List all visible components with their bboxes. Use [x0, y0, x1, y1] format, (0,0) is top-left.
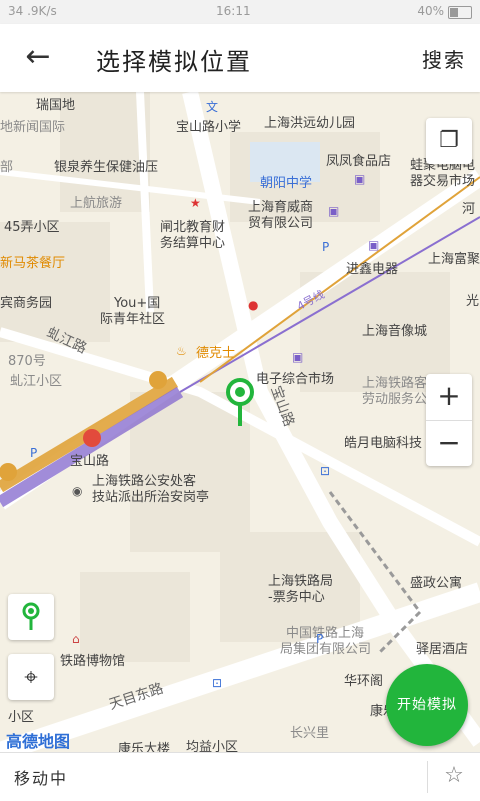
crosshair-icon: ⌖	[24, 663, 38, 691]
battery-icon	[448, 6, 472, 19]
map-label: 进鑫电器	[346, 262, 399, 277]
zoom-control: + −	[426, 374, 472, 466]
status-time: 16:11	[216, 4, 251, 18]
bus-stop-icon: ⊡	[212, 676, 223, 690]
map-label: 河	[462, 202, 476, 217]
food-icon: ♨	[176, 344, 187, 358]
map-label: 凤凤食品店	[326, 154, 392, 169]
museum-icon: ⌂	[72, 632, 80, 646]
status-left: 34 .9K/s	[8, 4, 57, 18]
map-label: 贸有限公司	[248, 216, 314, 231]
favorite-button[interactable]: ☆	[427, 761, 480, 793]
my-location-button[interactable]: ⌖	[8, 654, 54, 700]
shop-icon: ▣	[354, 172, 366, 186]
shop-icon: ▣	[328, 204, 340, 218]
map-label: 朝阳中学	[260, 176, 313, 191]
map-label: 宝山路	[70, 454, 110, 469]
map-label: 上海富聚	[428, 252, 480, 267]
map-label: 上海洪远幼儿园	[264, 116, 356, 131]
layers-icon: ❐	[439, 128, 459, 153]
bus-stop-icon: ⊡	[320, 464, 331, 478]
map-label: 银泉养生保健油压	[54, 160, 159, 175]
map-label: 上海音像城	[362, 324, 428, 339]
map-label: 新马茶餐厅	[0, 256, 66, 271]
shop-icon: ▣	[368, 238, 380, 252]
map-label: 德克士	[196, 346, 236, 361]
restaurant-icon: ●	[248, 298, 259, 312]
map-label: -票务中心	[268, 590, 325, 605]
map-label: 小区	[8, 710, 35, 725]
movement-status: 移动中	[14, 769, 69, 788]
status-bar: 34 .9K/s 16:11 40%	[0, 0, 480, 24]
map-label: 际青年社区	[100, 312, 166, 327]
app-bar: ← 选择模拟位置 搜索	[0, 24, 480, 92]
map-label: 康乐大楼	[118, 742, 171, 752]
map-label: 技站派出所治安岗亭	[92, 490, 210, 505]
page-title: 选择模拟位置	[96, 48, 252, 76]
bottom-bar: 移动中 ☆	[0, 752, 480, 801]
back-arrow-icon: ←	[25, 39, 51, 74]
school-icon: 文	[206, 100, 219, 114]
parking-icon: P	[30, 446, 38, 460]
map-label: 部	[0, 160, 14, 175]
shop-icon: ▣	[292, 350, 304, 364]
map-label: 均益小区	[186, 740, 239, 752]
zoom-in-button[interactable]: +	[426, 374, 472, 420]
map-view[interactable]: 瑞国地 宝山路小学 上海洪远幼儿园 银泉养生保健油压 凤凤食品店 蛙聚电脑电 器…	[0, 92, 480, 752]
start-simulation-button[interactable]: 开始模拟	[386, 664, 468, 746]
search-button[interactable]: 搜索	[422, 44, 466, 73]
map-label: 宝山路小学	[176, 120, 242, 135]
map-label: 铁路博物馆	[60, 654, 126, 669]
map-label: 宾商务园	[0, 296, 53, 311]
parking-icon: P	[316, 632, 324, 646]
zoom-out-button[interactable]: −	[426, 421, 472, 467]
parking-icon: P	[322, 240, 330, 254]
map-label: 劳动服务公	[362, 392, 428, 407]
map-label: 上航旅游	[70, 196, 123, 211]
map-label: 务结算中心	[160, 236, 226, 251]
pin-icon	[22, 602, 40, 630]
map-label: 瑞国地	[36, 98, 76, 113]
amap-logo: 高德地图	[6, 732, 71, 751]
map-label: 光	[466, 294, 480, 309]
map-label: 驿居酒店	[416, 642, 469, 657]
battery-percent: 40%	[417, 4, 444, 18]
map-label: 长兴里	[290, 726, 330, 741]
map-label: 虬江小区	[10, 374, 63, 389]
map-label: 870号	[8, 354, 46, 369]
location-pin-icon[interactable]	[222, 376, 258, 432]
police-icon: ◉	[72, 484, 83, 498]
star-icon: ★	[190, 196, 201, 210]
map-label: 局集团有限公司	[280, 642, 372, 657]
layers-button[interactable]: ❐	[426, 118, 472, 164]
map-label: 皓月电脑科技	[344, 436, 423, 451]
pin-location-button[interactable]	[8, 594, 54, 640]
map-label: 华环阁	[344, 674, 384, 689]
back-button[interactable]: ←	[20, 40, 56, 76]
map-label: 电子综合市场	[256, 372, 335, 387]
map-label: 器交易市场	[410, 174, 476, 189]
map-label: 盛政公寓	[410, 576, 463, 591]
map-label: 地新闻国际	[0, 120, 66, 135]
star-outline-icon: ☆	[444, 763, 464, 788]
map-label: 45弄小区	[4, 220, 60, 235]
